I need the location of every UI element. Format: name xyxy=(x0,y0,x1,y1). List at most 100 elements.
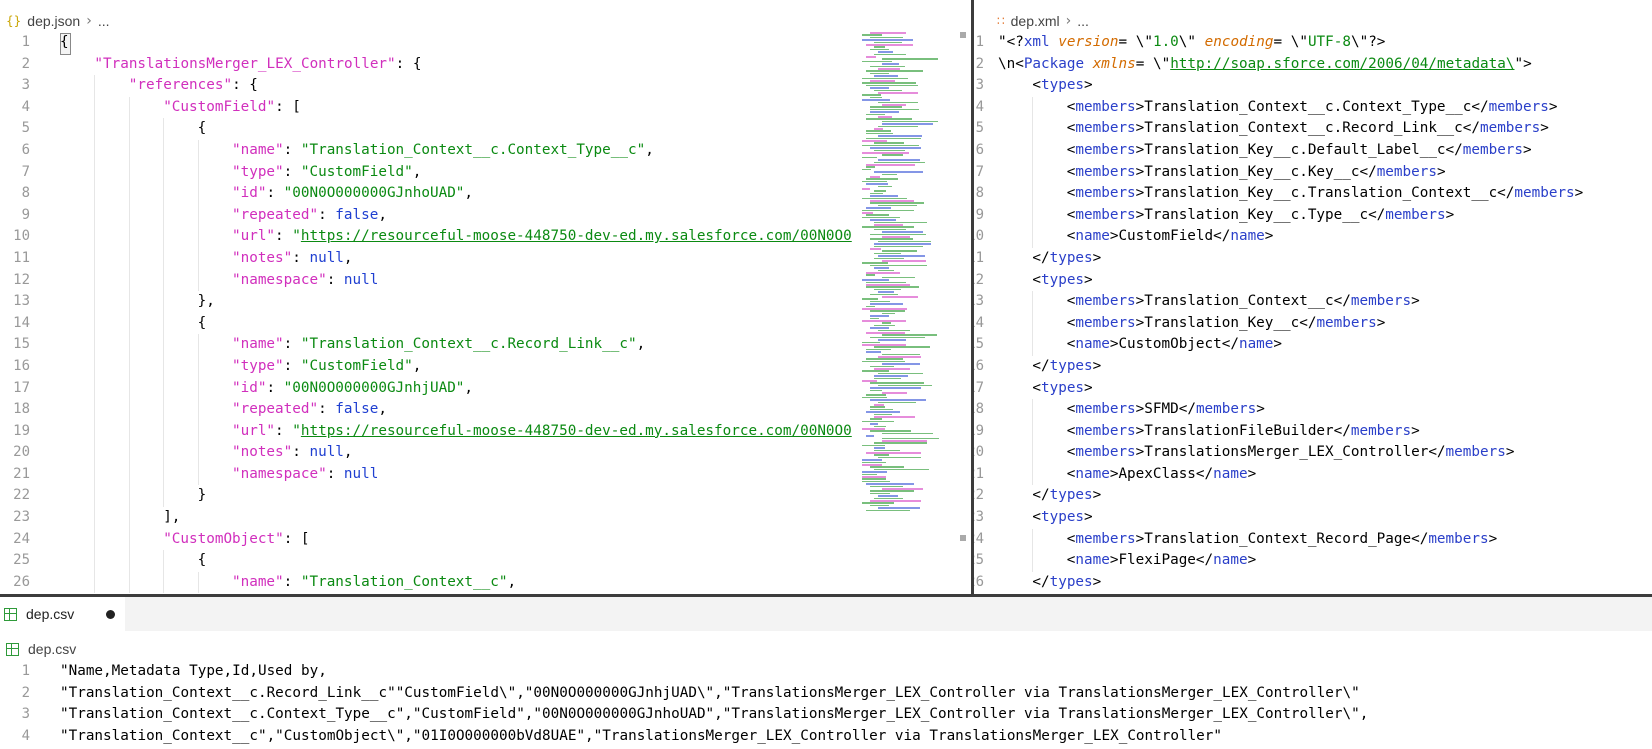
code-text: } xyxy=(198,485,207,507)
indent-guide xyxy=(128,161,130,184)
minimap-line xyxy=(870,264,927,267)
code-token: >ApexClass</ xyxy=(1109,465,1214,482)
line-number: 8 xyxy=(975,185,984,202)
code-lines[interactable]: 1{2 "TranslationsMerger_LEX_Controller": … xyxy=(0,32,971,594)
code-token: null xyxy=(343,465,379,482)
code-line[interactable]: 1{ xyxy=(0,32,971,54)
code-line[interactable]: 21 <name>ApexClass</name> xyxy=(974,463,1652,486)
json-editor-pane[interactable]: {} dep.json › ... 1{2 "TranslationsMerger… xyxy=(0,0,971,594)
line-number: 3 xyxy=(975,77,984,94)
code-line[interactable]: 2 \n<Package xmlns= \"http://soap.sforce.… xyxy=(974,54,1652,76)
code-token: >SFMD</ xyxy=(1135,401,1196,418)
breadcrumb-file[interactable]: dep.json xyxy=(27,13,80,29)
code-line[interactable]: 10 <name>CustomField</name> xyxy=(974,226,1652,248)
code-line[interactable]: 24 <members>Translation_Context_Record_Pa… xyxy=(974,528,1652,551)
code-line[interactable]: 15 "name": "Translation_Context__c.Record… xyxy=(0,334,971,356)
code-line[interactable]: 18 "repeated": false, xyxy=(0,399,971,421)
code-token: : xyxy=(326,465,344,482)
code-line[interactable]: 10 "url": "https://resourceful-moose-4487… xyxy=(0,226,971,248)
code-line[interactable]: 6 <members>Translation_Key__c.Default_Lab… xyxy=(974,139,1652,162)
indent-guide xyxy=(197,334,199,356)
code-line[interactable]: 16 "type": "CustomField", xyxy=(0,355,971,378)
code-line[interactable]: 20 <members>TranslationsMerger_LEX_Contro… xyxy=(974,442,1652,464)
code-line[interactable]: 23], xyxy=(0,507,971,529)
indent-guide xyxy=(128,118,130,140)
code-line[interactable]: 25 <name>FlexiPage</name> xyxy=(974,550,1652,572)
code-line[interactable]: 17 "id": "00N0O000000GJnhjUAD", xyxy=(0,377,971,400)
code-line[interactable]: 6 "name": "Translation_Context__c.Context… xyxy=(0,139,971,162)
code-line[interactable]: 11 </types> xyxy=(974,248,1652,270)
code-line[interactable]: 11 "notes": null, xyxy=(0,247,971,270)
code-line[interactable]: 19 "url": "https://resourceful-moose-4487… xyxy=(0,420,971,443)
line-number: 4 xyxy=(21,98,30,115)
scrollbar-marker-top[interactable] xyxy=(960,32,966,38)
code-line[interactable]: 2 "TranslationsMerger_LEX_Controller": { xyxy=(0,54,971,76)
minimap-line xyxy=(878,240,931,243)
code-line[interactable]: 4 <members>Translation_Context__c.Context… xyxy=(974,96,1652,119)
code-line[interactable]: 12 <types> xyxy=(974,270,1652,292)
breadcrumb-file[interactable]: dep.xml xyxy=(1011,13,1060,29)
code-line[interactable]: 21 "namespace": null xyxy=(0,463,971,486)
code-line[interactable]: 14 { xyxy=(0,312,971,335)
code-token: > xyxy=(1247,465,1257,482)
code-line[interactable]: 9 "repeated": false, xyxy=(0,204,971,227)
code-line[interactable]: 22 </types> xyxy=(974,485,1652,507)
code-token: "CustomField" xyxy=(300,163,413,180)
csv-editor-pane[interactable]: dep.csv 1 "Name,Metadata Type,Id,Used by,… xyxy=(0,631,1652,749)
indent-guide xyxy=(197,442,199,464)
code-line[interactable]: 26 "name": "Translation_Context__c", xyxy=(0,571,971,594)
indent-guide xyxy=(1032,399,1034,421)
minimap-line xyxy=(882,432,933,435)
code-line[interactable]: 3 "references": { xyxy=(0,75,971,97)
code-line[interactable]: 22} xyxy=(0,485,971,508)
code-line[interactable]: 20 "notes": null, xyxy=(0,442,971,464)
code-line[interactable]: 5 <members>Translation_Context__c.Record_… xyxy=(974,118,1652,140)
code-token: "Translation_Context__c.Context_Type__c" xyxy=(300,141,646,158)
code-line[interactable]: 23 <types> xyxy=(974,507,1652,529)
code-line[interactable]: 8 <members>Translation_Key__c.Translation… xyxy=(974,183,1652,205)
code-token: >Translation_Context__c</ xyxy=(1135,293,1351,310)
tab-dep-csv[interactable]: dep.csv xyxy=(0,597,125,631)
code-line[interactable]: 25 { xyxy=(0,550,971,572)
minimap-line xyxy=(862,396,887,399)
indent-guide xyxy=(94,334,96,356)
code-line[interactable]: 18 <members>SFMD</members> xyxy=(974,399,1652,421)
code-line[interactable]: 5{ xyxy=(0,118,971,140)
code-line[interactable]: 19 <members>TranslationFileBuilder</membe… xyxy=(974,420,1652,443)
code-token: > xyxy=(1574,185,1584,202)
breadcrumb-file[interactable]: dep.csv xyxy=(28,641,76,657)
code-line[interactable]: 7 "type": "CustomField", xyxy=(0,161,971,184)
code-line[interactable]: 16 </types> xyxy=(974,356,1652,378)
code-line[interactable]: 15 <name>CustomObject</name> xyxy=(974,334,1652,356)
indent-guide xyxy=(197,139,199,162)
code-line[interactable]: 9 <members>Translation_Key__c.Type__c</me… xyxy=(974,204,1652,227)
code-token[interactable]: http://soap.sforce.com/2006/04/metadata\ xyxy=(1170,56,1514,72)
code-text: </types> xyxy=(1032,485,1101,507)
breadcrumb-more[interactable]: ... xyxy=(1077,13,1089,29)
scrollbar-marker-bottom[interactable] xyxy=(960,535,966,541)
minimap-line xyxy=(882,322,891,324)
xml-editor-pane[interactable]: ∷ dep.xml › ... 1 "<?xml version= \"1.0\"… xyxy=(974,0,1652,594)
code-line[interactable]: 3 <types> xyxy=(974,75,1652,97)
code-line[interactable]: 24 "CustomObject": [ xyxy=(0,528,971,551)
breadcrumb-more[interactable]: ... xyxy=(98,13,110,29)
code-line[interactable]: 14 <members>Translation_Key__c</members> xyxy=(974,312,1652,335)
minimap[interactable] xyxy=(862,32,958,522)
minimap-line xyxy=(874,425,886,428)
code-line[interactable]: 7 <members>Translation_Key__c.Key__c</mem… xyxy=(974,161,1652,184)
unsaved-dot-icon[interactable] xyxy=(106,609,116,619)
code-token[interactable]: https://resourceful-moose-448750-dev-ed.… xyxy=(301,228,852,244)
code-line[interactable]: 17 <types> xyxy=(974,378,1652,400)
code-token: " xyxy=(292,422,301,439)
code-line[interactable]: 12 "namespace": null xyxy=(0,269,971,292)
indent-guide xyxy=(163,204,165,227)
code-line[interactable]: 26 </types> xyxy=(974,572,1652,594)
minimap-line xyxy=(874,257,904,260)
code-token[interactable]: https://resourceful-moose-448750-dev-ed.… xyxy=(301,423,852,439)
code-line[interactable]: 8 "id": "00N0O000000GJnhoUAD", xyxy=(0,183,971,205)
code-line[interactable]: 4 "CustomField": [ xyxy=(0,96,971,119)
code-line[interactable]: 1 "<?xml version= \"1.0\" encoding= \"UTF… xyxy=(974,32,1652,54)
code-lines[interactable]: 1 "<?xml version= \"1.0\" encoding= \"UTF… xyxy=(974,32,1652,593)
code-line[interactable]: 13}, xyxy=(0,291,971,313)
code-line[interactable]: 13 <members>Translation_Context__c</membe… xyxy=(974,291,1652,313)
